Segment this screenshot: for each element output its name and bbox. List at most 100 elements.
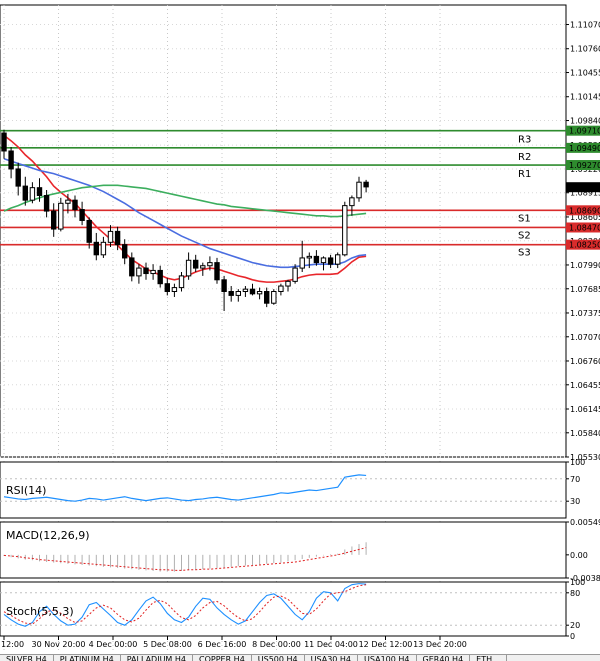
stoch-panel-frame	[0, 581, 567, 637]
candle-body	[65, 199, 71, 204]
level-value-S1: 1.08690	[569, 206, 600, 215]
stochastic-panel: 100 80 20 0 Stoch(5,5,3)	[0, 578, 585, 641]
candle-body	[143, 267, 149, 275]
candle-body	[285, 280, 291, 287]
symbol-tab[interactable]: USA100,H4	[358, 655, 417, 661]
rsi-panel: 100 70 30 RSI(14)	[0, 458, 585, 519]
price-tick-label-11: 1.07685	[570, 285, 600, 294]
candle-body	[22, 185, 29, 201]
candle-body	[335, 254, 341, 265]
candle-body	[200, 265, 206, 269]
candle-body	[136, 267, 142, 277]
time-label-6: 11 Dec 04:00	[304, 640, 358, 649]
rsi-panel-frame	[0, 461, 567, 519]
price-tick-label-13: 1.07070	[570, 333, 600, 342]
trading-chart: 1.110701.107601.104551.101451.098401.095…	[0, 4, 600, 650]
candle-body	[299, 257, 305, 269]
level-value-S3: 1.08250	[569, 241, 600, 250]
price-tick-label-1: 1.10760	[570, 45, 600, 54]
price-tick-label-16: 1.06145	[570, 405, 600, 414]
candle-body	[356, 181, 362, 199]
time-label-3: 5 Dec 08:00	[143, 640, 192, 649]
price-tick-label-15: 1.06455	[570, 381, 600, 390]
price-tick-label-14: 1.06760	[570, 357, 600, 366]
time-label-2: 4 Dec 00:00	[89, 640, 138, 649]
candle-body	[178, 275, 185, 289]
candle-body	[349, 197, 355, 207]
candle-body	[36, 187, 43, 196]
candle-body	[157, 269, 163, 285]
level-name-S2: S2	[518, 230, 531, 241]
level-value-R2: 1.09490	[569, 144, 600, 153]
time-label-0: 12:00	[1, 640, 24, 649]
symbol-tab[interactable]: ETH...	[470, 655, 507, 661]
candle	[271, 289, 277, 305]
symbol-tab[interactable]: PLATINUM,H4	[54, 655, 121, 661]
candle-body	[29, 187, 36, 201]
candle-body	[72, 199, 78, 211]
candle-body	[171, 287, 178, 293]
price-tick-label-10: 1.07990	[570, 261, 600, 270]
time-label-8: 13 Dec 20:00	[413, 640, 467, 649]
price-tick-label-0: 1.11070	[570, 21, 600, 30]
candle-body	[150, 269, 156, 275]
candle-body	[193, 259, 199, 269]
candle-body	[8, 150, 14, 170]
current-price-label: 1.08986	[569, 183, 600, 192]
time-label-4: 6 Dec 16:00	[198, 640, 247, 649]
macd-title: MACD(12,26,9)	[6, 529, 90, 542]
candle-body	[107, 230, 114, 243]
level-value-R1: 1.09270	[569, 161, 600, 170]
macd-panel: 0.0054910.00-0.003874MACD(12,26,9)	[0, 518, 600, 583]
candle-body	[129, 257, 135, 277]
candle-body	[249, 288, 256, 295]
rsi-tick-label-2: 30	[570, 497, 580, 506]
candle-body	[51, 210, 57, 230]
candle-body	[342, 205, 348, 256]
rsi-title: RSI(14)	[6, 484, 46, 497]
symbol-tab[interactable]: PALLADIUM,H4	[121, 655, 193, 661]
level-name-R1: R1	[518, 169, 531, 180]
symbol-tab[interactable]: GER40,H4	[417, 655, 471, 661]
candle-body	[292, 267, 298, 282]
candle-body	[264, 291, 270, 304]
candle-body	[100, 241, 107, 256]
candle-body	[79, 209, 85, 221]
candle-body	[228, 291, 234, 296]
candle-body	[363, 181, 369, 188]
symbol-tab[interactable]: SILVER,H4	[0, 655, 54, 661]
macd-tick-label-0: 0.005491	[570, 518, 600, 527]
candle-body	[93, 241, 99, 256]
symbol-tab[interactable]: USA30,H4	[305, 655, 359, 661]
candle-body	[221, 279, 227, 293]
candle-body	[278, 285, 284, 293]
level-value-R3: 1.09710	[569, 127, 600, 136]
price-tick-label-12: 1.07375	[570, 309, 600, 318]
rsi-tick-label-0: 100	[570, 458, 585, 467]
candle-body	[1, 132, 7, 152]
candle	[342, 201, 348, 257]
price-tick-label-4: 1.09840	[570, 117, 600, 126]
candle-body	[207, 262, 213, 267]
candle-body	[43, 194, 50, 212]
level-value-S2: 1.08470	[569, 223, 600, 232]
time-label-1: 30 Nov 20:00	[32, 640, 86, 649]
candle-body	[306, 255, 313, 259]
macd-tick-label-1: 0.00	[570, 551, 588, 560]
candle-body	[114, 230, 121, 246]
candle-body	[164, 283, 171, 293]
candle-body	[313, 255, 320, 264]
stoch-tick-label-0: 100	[570, 578, 585, 587]
symbol-tab[interactable]: COPPER,H4	[193, 655, 252, 661]
candle-body	[235, 291, 242, 296]
candle	[58, 197, 64, 232]
symbol-tab[interactable]: US500,H4	[252, 655, 305, 661]
candle-body	[185, 259, 192, 277]
candle-body	[256, 291, 263, 295]
rsi-tick-label-1: 70	[570, 475, 580, 484]
candle-body	[15, 168, 21, 187]
level-name-S3: S3	[518, 248, 531, 259]
level-name-R2: R2	[518, 152, 531, 163]
time-label-5: 8 Dec 00:00	[252, 640, 301, 649]
price-tick-label-3: 1.10145	[570, 93, 600, 102]
